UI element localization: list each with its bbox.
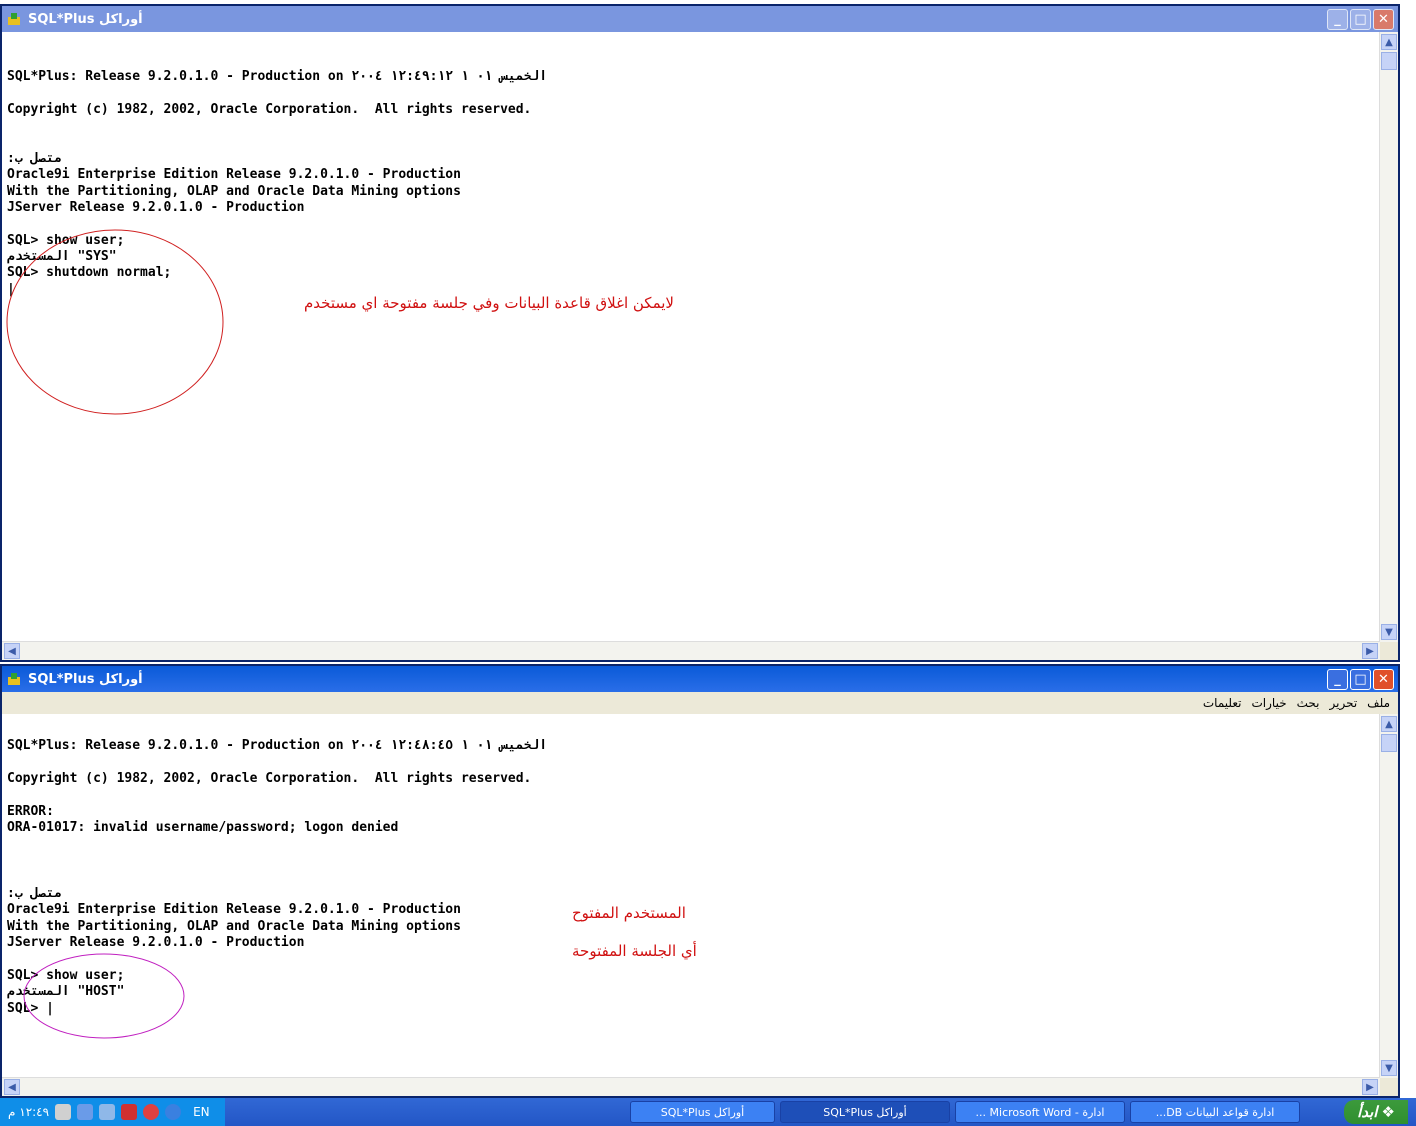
console-line: With the Partitioning, OLAP and Oracle D… <box>7 918 461 934</box>
network-icon[interactable] <box>99 1104 116 1120</box>
expand-tray-icon[interactable] <box>165 1104 182 1120</box>
annotation-open-user: المستخدم المفتوح <box>572 904 686 922</box>
sqlplus-window-2: SQL*Plus أوراكل _ □ ✕ ملف تحرير بحث خيار… <box>0 664 1400 1098</box>
windows-logo-icon: ❖ <box>1381 1103 1395 1121</box>
scroll-thumb[interactable] <box>1381 52 1397 70</box>
scroll-left-icon[interactable]: ◀ <box>4 643 20 659</box>
console-line: المستخدم "HOST" <box>7 984 125 1000</box>
magenta-circle-annotation <box>23 953 185 1039</box>
console-line: With the Partitioning, OLAP and Oracle D… <box>7 183 461 199</box>
menu-file[interactable]: ملف <box>1367 696 1390 710</box>
resize-grip[interactable] <box>1380 1078 1398 1096</box>
annotation-text: لايمكن اغلاق قاعدة البيانات وفي جلسة مفت… <box>304 294 674 312</box>
console-line: :متصل ب <box>7 150 62 166</box>
scroll-thumb[interactable] <box>1381 734 1397 752</box>
taskbar-item-word[interactable]: ادارة - Microsoft Word ... <box>955 1101 1125 1123</box>
close-button[interactable]: ✕ <box>1373 8 1394 30</box>
media-icon[interactable] <box>55 1104 72 1120</box>
maximize-button[interactable]: □ <box>1350 668 1371 690</box>
language-indicator[interactable]: EN <box>193 1105 210 1119</box>
vertical-scrollbar[interactable]: ▲ ▼ <box>1379 32 1398 642</box>
close-button[interactable]: ✕ <box>1373 668 1394 690</box>
word-icon[interactable] <box>77 1104 94 1120</box>
console-line: :متصل ب <box>7 885 62 901</box>
scroll-right-icon[interactable]: ▶ <box>1362 1079 1378 1095</box>
red-circle-annotation <box>6 229 224 415</box>
vertical-scrollbar[interactable]: ▲ ▼ <box>1379 714 1398 1078</box>
console-line: Oracle9i Enterprise Edition Release 9.2.… <box>7 167 461 183</box>
start-button[interactable]: ابدأ ❖ <box>1344 1100 1408 1124</box>
sqlplus-window-1: SQL*Plus أوراكل _ □ ✕ SQL*Plus: Release … <box>0 4 1400 662</box>
console-line: SQL*Plus: Release 9.2.0.1.0 - Production… <box>7 68 548 84</box>
console-line: Copyright (c) 1982, 2002, Oracle Corpora… <box>7 771 532 787</box>
clock[interactable]: ١٢:٤٩ م <box>8 1105 49 1119</box>
acrobat-icon[interactable] <box>121 1104 138 1120</box>
maximize-button[interactable]: □ <box>1350 8 1371 30</box>
window2-title: SQL*Plus أوراكل <box>28 671 143 687</box>
system-tray: ١٢:٤٩ م EN <box>0 1098 225 1126</box>
scroll-down-icon[interactable]: ▼ <box>1381 624 1397 640</box>
resize-grip[interactable] <box>1380 642 1398 660</box>
window2-titlebar[interactable]: SQL*Plus أوراكل _ □ ✕ <box>2 666 1398 692</box>
taskbar-item-sqlplus-1[interactable]: أوراكل SQL*Plus <box>780 1101 950 1123</box>
scroll-up-icon[interactable]: ▲ <box>1381 716 1397 732</box>
menu-search[interactable]: بحث <box>1297 696 1320 710</box>
minimize-button[interactable]: _ <box>1327 8 1348 30</box>
taskbar-item-pdf[interactable]: ادارة قواعد البيانات DB... <box>1130 1101 1300 1123</box>
console-line: SQL*Plus: Release 9.2.0.1.0 - Production… <box>7 738 548 754</box>
menu-help[interactable]: تعليمات <box>1203 696 1242 710</box>
menu-edit[interactable]: تحرير <box>1330 696 1358 710</box>
oracle-app-icon <box>6 11 22 27</box>
console-line: Copyright (c) 1982, 2002, Oracle Corpora… <box>7 101 532 117</box>
menu-bar: ملف تحرير بحث خيارات تعليمات <box>2 692 1398 714</box>
horizontal-scrollbar[interactable]: ◀ ▶ <box>2 641 1380 660</box>
antivirus-icon[interactable] <box>143 1104 160 1120</box>
window1-title: SQL*Plus أوراكل <box>28 11 143 27</box>
taskbar: ١٢:٤٩ م EN أوراكل SQL*Plus أوراكل SQL*Pl… <box>0 1098 1416 1126</box>
console-line: SQL> show user; <box>7 967 125 983</box>
console-line: ORA-01017: invalid username/password; lo… <box>7 820 399 836</box>
annotation-open-session: أي الجلسة المفتوحة <box>572 942 697 960</box>
horizontal-scrollbar[interactable]: ◀ ▶ <box>2 1077 1380 1096</box>
oracle-app-icon <box>6 671 22 687</box>
scroll-right-icon[interactable]: ▶ <box>1362 643 1378 659</box>
taskbar-item-sqlplus-2[interactable]: أوراكل SQL*Plus <box>630 1101 775 1123</box>
console-line: Oracle9i Enterprise Edition Release 9.2.… <box>7 902 461 918</box>
console-line: SQL> | <box>7 1000 54 1016</box>
minimize-button[interactable]: _ <box>1327 668 1348 690</box>
scroll-left-icon[interactable]: ◀ <box>4 1079 20 1095</box>
console-line: JServer Release 9.2.0.1.0 - Production <box>7 199 305 215</box>
console-output[interactable]: SQL*Plus: Release 9.2.0.1.0 - Production… <box>2 714 1380 1078</box>
scroll-up-icon[interactable]: ▲ <box>1381 34 1397 50</box>
window1-titlebar[interactable]: SQL*Plus أوراكل _ □ ✕ <box>2 6 1398 32</box>
menu-options[interactable]: خيارات <box>1252 696 1287 710</box>
console-line: ERROR: <box>7 803 54 819</box>
scroll-down-icon[interactable]: ▼ <box>1381 1060 1397 1076</box>
